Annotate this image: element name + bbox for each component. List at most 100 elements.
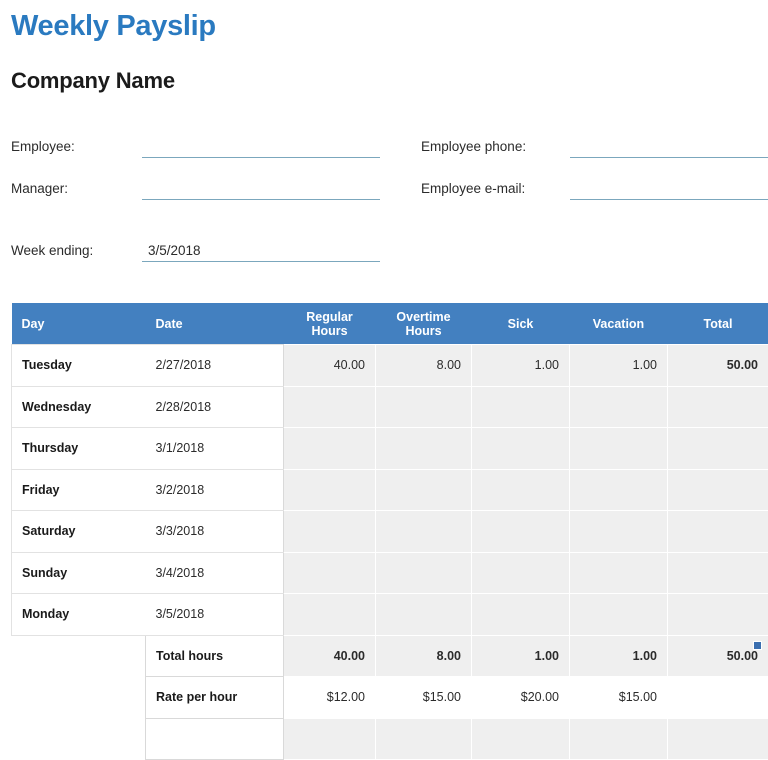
employee-phone-label: Employee phone: [421, 139, 526, 154]
cell-date: 3/2/2018 [146, 469, 284, 511]
cell-regular[interactable] [284, 594, 376, 636]
table-row: Friday 3/2/2018 [12, 469, 768, 511]
total-hours-overtime: 8.00 [376, 635, 472, 677]
column-header-regular-line2: Hours [294, 324, 366, 338]
column-header-vacation[interactable]: Vacation [570, 303, 668, 345]
table-header-row: Day Date Regular Hours Overtime Hours Si… [12, 303, 768, 345]
cell-regular[interactable] [284, 511, 376, 553]
partial-cell-vacation[interactable] [570, 718, 668, 760]
cell-day: Thursday [12, 428, 146, 470]
cell-vacation[interactable] [570, 428, 668, 470]
cell-day: Tuesday [12, 345, 146, 387]
cell-vacation[interactable]: 1.00 [570, 345, 668, 387]
cell-date: 3/1/2018 [146, 428, 284, 470]
cell-regular[interactable] [284, 552, 376, 594]
cell-total [668, 469, 768, 511]
rate-regular[interactable]: $12.00 [284, 677, 376, 719]
column-header-overtime-line2: Hours [386, 324, 462, 338]
partial-cell-total [668, 718, 768, 760]
cell-sick[interactable] [472, 594, 570, 636]
table-row: Saturday 3/3/2018 [12, 511, 768, 553]
total-hours-sick: 1.00 [472, 635, 570, 677]
employee-email-label: Employee e-mail: [421, 181, 525, 196]
cell-overtime[interactable] [376, 552, 472, 594]
total-hours-vacation: 1.00 [570, 635, 668, 677]
cell-day: Friday [12, 469, 146, 511]
cell-sick[interactable]: 1.00 [472, 345, 570, 387]
column-header-regular-hours[interactable]: Regular Hours [284, 303, 376, 345]
week-ending-value: 3/5/2018 [148, 243, 201, 258]
cell-vacation[interactable] [570, 469, 668, 511]
rate-overtime[interactable]: $15.00 [376, 677, 472, 719]
cell-sick[interactable] [472, 428, 570, 470]
cell-regular[interactable] [284, 386, 376, 428]
week-ending-label: Week ending: [11, 243, 93, 258]
cell-sick[interactable] [472, 511, 570, 553]
column-header-overtime-line1: Overtime [386, 310, 462, 324]
spacer-cell [12, 718, 146, 760]
employee-input[interactable] [142, 157, 380, 158]
rate-total [668, 677, 768, 719]
cell-day: Sunday [12, 552, 146, 594]
column-header-overtime-hours[interactable]: Overtime Hours [376, 303, 472, 345]
cell-total [668, 428, 768, 470]
rate-vacation[interactable]: $15.00 [570, 677, 668, 719]
cell-vacation[interactable] [570, 594, 668, 636]
cell-date: 2/27/2018 [146, 345, 284, 387]
table-row: Thursday 3/1/2018 [12, 428, 768, 470]
cell-regular[interactable] [284, 469, 376, 511]
column-header-day[interactable]: Day [12, 303, 146, 345]
total-hours-label: Total hours [146, 635, 284, 677]
cell-overtime[interactable]: 8.00 [376, 345, 472, 387]
cell-date: 3/3/2018 [146, 511, 284, 553]
cell-total [668, 552, 768, 594]
cell-overtime[interactable] [376, 594, 472, 636]
employee-email-input[interactable] [570, 199, 768, 200]
column-header-sick[interactable]: Sick [472, 303, 570, 345]
cell-date: 2/28/2018 [146, 386, 284, 428]
rate-per-hour-label: Rate per hour [146, 677, 284, 719]
cell-regular[interactable]: 40.00 [284, 345, 376, 387]
cell-total [668, 511, 768, 553]
cell-day: Saturday [12, 511, 146, 553]
partial-label-cell [146, 718, 284, 760]
partial-row [12, 718, 768, 760]
cell-vacation[interactable] [570, 386, 668, 428]
employee-phone-input[interactable] [570, 157, 768, 158]
cell-regular[interactable] [284, 428, 376, 470]
cell-day: Wednesday [12, 386, 146, 428]
cell-sick[interactable] [472, 386, 570, 428]
column-header-regular-line1: Regular [294, 310, 366, 324]
table-row: Tuesday 2/27/2018 40.00 8.00 1.00 1.00 5… [12, 345, 768, 387]
column-header-total[interactable]: Total [668, 303, 768, 345]
partial-cell-overtime[interactable] [376, 718, 472, 760]
column-header-date[interactable]: Date [146, 303, 284, 345]
company-name: Company Name [11, 68, 175, 94]
total-hours-regular: 40.00 [284, 635, 376, 677]
week-ending-input[interactable] [142, 261, 380, 262]
spacer-cell [12, 677, 146, 719]
cell-vacation[interactable] [570, 552, 668, 594]
cell-overtime[interactable] [376, 469, 472, 511]
selection-fill-handle[interactable] [753, 641, 762, 650]
partial-cell-regular[interactable] [284, 718, 376, 760]
cell-overtime[interactable] [376, 428, 472, 470]
spacer-cell [12, 635, 146, 677]
cell-total [668, 386, 768, 428]
cell-overtime[interactable] [376, 386, 472, 428]
cell-vacation[interactable] [570, 511, 668, 553]
partial-cell-sick[interactable] [472, 718, 570, 760]
cell-sick[interactable] [472, 552, 570, 594]
table-row: Sunday 3/4/2018 [12, 552, 768, 594]
cell-date: 3/4/2018 [146, 552, 284, 594]
page-title: Weekly Payslip [11, 10, 216, 43]
manager-input[interactable] [142, 199, 380, 200]
table-row: Wednesday 2/28/2018 [12, 386, 768, 428]
table-row: Monday 3/5/2018 [12, 594, 768, 636]
cell-sick[interactable] [472, 469, 570, 511]
cell-overtime[interactable] [376, 511, 472, 553]
employee-label: Employee: [11, 139, 75, 154]
rate-sick[interactable]: $20.00 [472, 677, 570, 719]
cell-date: 3/5/2018 [146, 594, 284, 636]
manager-label: Manager: [11, 181, 68, 196]
